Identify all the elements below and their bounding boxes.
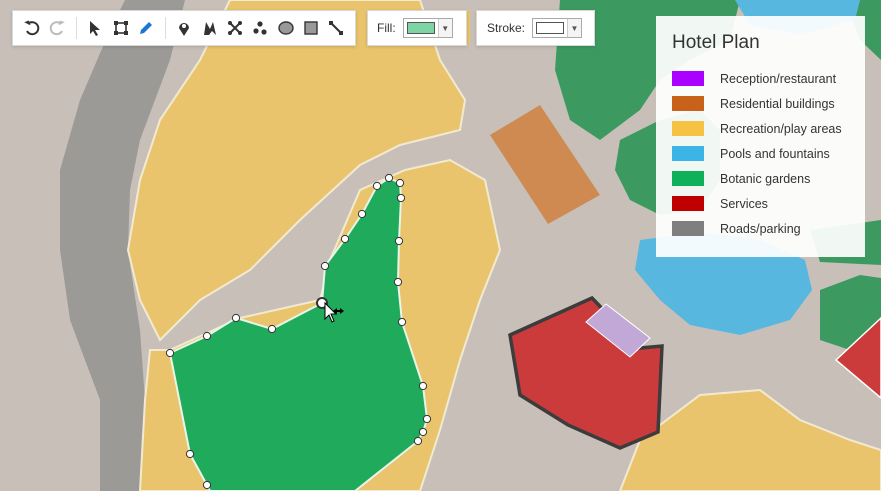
legend-title: Hotel Plan: [672, 32, 760, 53]
legend-swatch: [672, 221, 704, 236]
vertex-handle[interactable]: [413, 436, 423, 446]
vertex-handle[interactable]: [422, 414, 432, 424]
legend-item: Residential buildings: [672, 91, 849, 116]
vertex-handle[interactable]: [395, 178, 405, 188]
legend-swatch: [672, 146, 704, 161]
fill-control: Fill: ▼: [367, 10, 467, 46]
chevron-down-icon[interactable]: ▼: [437, 19, 452, 37]
stroke-color-picker[interactable]: ▼: [532, 18, 583, 38]
legend: Hotel Plan Reception/restaurant Resident…: [656, 16, 865, 257]
stroke-swatch: [536, 22, 565, 34]
vertex-handle[interactable]: [372, 181, 382, 191]
pencil-icon: [140, 22, 153, 34]
chevron-down-icon[interactable]: ▼: [567, 19, 582, 37]
legend-swatch: [672, 196, 704, 211]
stroke-label: Stroke:: [487, 21, 526, 35]
legend-list: Reception/restaurant Residential buildin…: [672, 66, 849, 241]
connector-tool-button[interactable]: [222, 15, 247, 41]
ellipse-tool-button[interactable]: [273, 15, 298, 41]
drawing-toolbar: [12, 10, 356, 46]
vertex-handle[interactable]: [397, 317, 407, 327]
legend-swatch: [672, 171, 704, 186]
legend-label: Reception/restaurant: [720, 71, 837, 86]
legend-item: Reception/restaurant: [672, 66, 849, 91]
vertex-handle[interactable]: [340, 234, 350, 244]
vertex-handle[interactable]: [418, 427, 428, 437]
transform-icon: [113, 21, 128, 35]
vertex-handle[interactable]: [394, 236, 404, 246]
redo-button: [44, 15, 69, 41]
vertex-handle[interactable]: [384, 173, 394, 183]
legend-swatch: [672, 121, 704, 136]
scatter-tool-button[interactable]: [248, 15, 273, 41]
fill-swatch: [406, 22, 435, 34]
scatter-icon: [253, 21, 267, 35]
legend-label: Botanic gardens: [720, 171, 811, 186]
vertex-handle[interactable]: [357, 209, 367, 219]
undo-button[interactable]: [19, 15, 44, 41]
legend-item: Services: [672, 191, 849, 216]
toolbar-separator: [164, 17, 166, 39]
legend-label: Services: [720, 196, 768, 211]
vertex-handle[interactable]: [202, 331, 212, 341]
undo-icon: [23, 20, 39, 36]
transform-tool-button[interactable]: [108, 15, 133, 41]
pencil-tool-button[interactable]: [133, 15, 158, 41]
fill-color-picker[interactable]: ▼: [402, 18, 453, 38]
connector-icon: [228, 21, 243, 35]
legend-label: Residential buildings: [720, 96, 835, 111]
marker-icon: [179, 23, 190, 36]
vertex-handle[interactable]: [393, 277, 403, 287]
marker-tool-button[interactable]: [172, 15, 197, 41]
line-tool-button[interactable]: [324, 15, 349, 41]
legend-swatch: [672, 96, 704, 111]
legend-item: Recreation/play areas: [672, 116, 849, 141]
freehand-icon: [203, 22, 216, 35]
legend-item: Roads/parking: [672, 216, 849, 241]
vertex-handle[interactable]: [202, 480, 212, 490]
rectangle-tool-button[interactable]: [298, 15, 323, 41]
legend-label: Roads/parking: [720, 221, 801, 236]
vertex-handle[interactable]: [418, 381, 428, 391]
toolbar-separator: [75, 17, 77, 39]
legend-item: Botanic gardens: [672, 166, 849, 191]
fill-label: Fill:: [377, 21, 396, 35]
vertex-handle[interactable]: [320, 261, 330, 271]
legend-label: Recreation/play areas: [720, 121, 842, 136]
freehand-tool-button[interactable]: [197, 15, 222, 41]
legend-label: Pools and fountains: [720, 146, 830, 161]
redo-icon: [49, 20, 65, 36]
ellipse-icon: [278, 21, 294, 35]
select-tool-button[interactable]: [83, 15, 108, 41]
stroke-control: Stroke: ▼: [476, 10, 595, 46]
rectangle-icon: [304, 21, 318, 35]
line-icon: [329, 21, 344, 35]
select-icon: [90, 21, 101, 36]
vertex-handle[interactable]: [231, 313, 241, 323]
vertex-handle[interactable]: [185, 449, 195, 459]
vertex-handle[interactable]: [165, 348, 175, 358]
legend-item: Pools and fountains: [672, 141, 849, 166]
vertex-handle[interactable]: [396, 193, 406, 203]
legend-swatch: [672, 71, 704, 86]
vertex-handle[interactable]: [267, 324, 277, 334]
